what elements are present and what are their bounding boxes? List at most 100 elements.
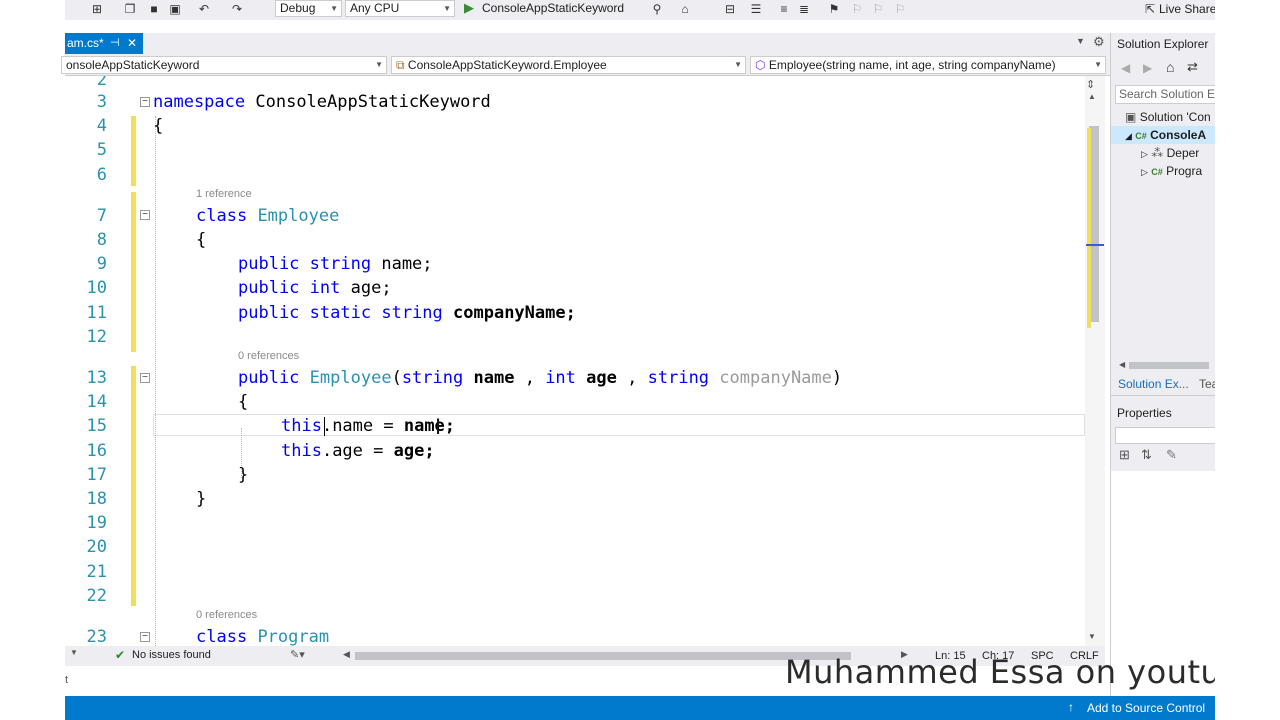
save-icon[interactable]: ■ [147,2,161,16]
chevron-down-icon: ▼ [1094,60,1102,69]
code-editor[interactable]: 2 3 4 5 6 7 8 9 10 11 12 13 14 15 16 17 … [65,76,1105,646]
home-icon[interactable]: ⌂ [678,2,692,16]
find-icon[interactable]: ⚲ [650,2,664,16]
bookmark-next-icon[interactable]: ⚐ [871,2,885,16]
align-icon[interactable]: ☰ [749,2,763,16]
run-target-button[interactable]: ConsoleAppStaticKeyword [482,0,624,18]
config-select[interactable]: Debug ▼ [275,0,342,17]
line-number: 2 [96,76,107,90]
editor-vertical-scrollbar[interactable]: ⇕ ▲ ▼ [1085,76,1105,646]
layout-icon[interactable]: ⊟ [723,2,737,16]
tree-item-project[interactable]: ◢ C# ConsoleA [1111,126,1215,144]
editor-tab-row: am.cs* ⊣ ✕ ▼ ⚙ [65,33,1110,54]
line-number: 7 [96,206,107,226]
wrench-icon[interactable]: ✎ [1166,447,1177,463]
scroll-left-icon[interactable]: ◀ [1119,360,1125,369]
run-icon[interactable]: ▶ [464,0,474,18]
live-share-icon[interactable]: ⇱ [1143,2,1157,16]
codelens-references[interactable]: 1 reference [196,188,252,200]
alphabetical-icon[interactable]: ⇅ [1141,447,1152,463]
line-number: 11 [86,303,107,323]
brush-icon[interactable]: ✎▾ [290,648,305,661]
indent-icon[interactable]: ≡ [777,2,791,16]
pin-icon[interactable]: ⊣ [110,33,120,53]
codelens-references[interactable]: 0 references [238,350,299,362]
sync-icon[interactable]: ⇄ [1187,59,1198,75]
member-dropdown[interactable]: ⬡ Employee(string name, int age, string … [750,56,1106,74]
home-icon[interactable]: ⌂ [1166,59,1174,75]
keyword: public [238,303,300,323]
solution-explorer-panel: Solution Explorer ◀ ▶ ⌂ ⇄ Search Solutio… [1110,33,1215,696]
chevron-down-icon: ▼ [330,4,338,13]
collapsed-icon: ▷ [1141,167,1148,177]
undo-icon[interactable]: ↶ [197,2,211,16]
brace: { [238,392,249,412]
main-toolbar: ⊞ ❐ ■ ▣ ↶ ↷ Debug ▼ Any CPU ▼ ▶ ConsoleApp… [65,0,1216,20]
tab-overflow-icon[interactable]: ▼ [1076,36,1085,46]
bookmark-icon[interactable]: ⚑ [827,2,841,16]
collapse-toggle[interactable]: − [140,97,150,107]
gear-icon[interactable]: ⚙ [1093,34,1105,50]
bookmark-prev-icon[interactable]: ⚐ [850,2,864,16]
platform-select[interactable]: Any CPU ▼ [345,0,455,17]
scroll-up-icon[interactable]: ▲ [1088,92,1096,101]
code-line: public Employee(string name , int age , … [238,368,842,388]
issues-status[interactable]: No issues found [132,649,211,661]
collapse-toggle[interactable]: − [140,373,150,383]
solution-explorer-title: Solution Explorer [1117,37,1209,51]
output-text: t [65,674,69,686]
horizontal-scrollbar-thumb[interactable] [355,652,851,660]
tree-item-program[interactable]: ▷ C# Progra [1141,162,1202,180]
type-dropdown[interactable]: ⧉ ConsoleAppStaticKeyword.Employee ▼ [391,56,746,74]
line-number: 15 [86,416,107,436]
line-number: 17 [86,465,107,485]
project-dropdown[interactable]: onsoleAppStaticKeyword ▼ [61,56,387,74]
redo-icon[interactable]: ↷ [230,2,244,16]
tab-solution-explorer[interactable]: Solution Ex... [1118,375,1189,393]
close-icon[interactable]: ✕ [127,33,137,53]
solution-search-input[interactable]: Search Solution Ex [1115,85,1215,104]
code-line: { [238,392,248,412]
tree-item-label: Progra [1166,164,1203,178]
forward-icon[interactable]: ▶ [1143,61,1152,75]
open-icon[interactable]: ❐ [123,2,137,16]
categorized-icon[interactable]: ⊞ [1119,447,1130,463]
ibeam-cursor-icon: I [435,414,442,439]
tree-item-dependencies[interactable]: ▷ ⁂ Deper [1141,144,1199,162]
collapse-toggle[interactable]: − [140,632,150,642]
codelens-references[interactable]: 0 references [196,609,257,621]
outdent-icon[interactable]: ≣ [797,2,811,16]
properties-object-select[interactable] [1115,427,1215,444]
keyword: int [545,368,576,388]
tree-item-solution[interactable]: ▣ Solution 'Con [1125,108,1211,126]
tree-item-label: ConsoleA [1150,128,1207,142]
parameter: age [586,368,617,388]
zoom-dropdown[interactable]: ▼ [70,648,78,657]
code-line: class Program [196,627,329,646]
change-overview [1087,128,1091,328]
scroll-down-icon[interactable]: ▼ [1088,632,1096,641]
code-line: this.name = name; [281,416,455,436]
parameter: name [473,368,515,388]
se-scrollbar-thumb[interactable] [1129,362,1209,369]
line-number: 18 [86,489,107,509]
tab-program-cs[interactable]: am.cs* ⊣ ✕ [65,33,143,54]
save-all-icon[interactable]: ▣ [168,2,182,16]
live-share-button[interactable]: Live Share [1159,1,1216,19]
tab-team-explorer[interactable]: Tea [1199,375,1215,393]
add-to-source-control-button[interactable]: Add to Source Control [1087,701,1205,715]
expanded-icon: ◢ [1125,131,1132,141]
collapse-toggle[interactable]: − [140,210,150,220]
back-icon[interactable]: ◀ [1121,61,1130,75]
line-number: 6 [96,165,107,185]
change-marker [131,192,136,352]
left-margin [0,0,65,720]
scroll-left-icon[interactable]: ◀ [343,649,350,660]
keyword: namespace [153,92,246,112]
line-number: 4 [96,116,107,136]
code-line: public string name; [238,254,433,274]
bookmark-clear-icon[interactable]: ⚐ [893,2,907,16]
new-item-icon[interactable]: ⊞ [90,2,104,16]
split-icon[interactable]: ⇕ [1086,78,1095,91]
class-name: Employee [257,206,340,226]
